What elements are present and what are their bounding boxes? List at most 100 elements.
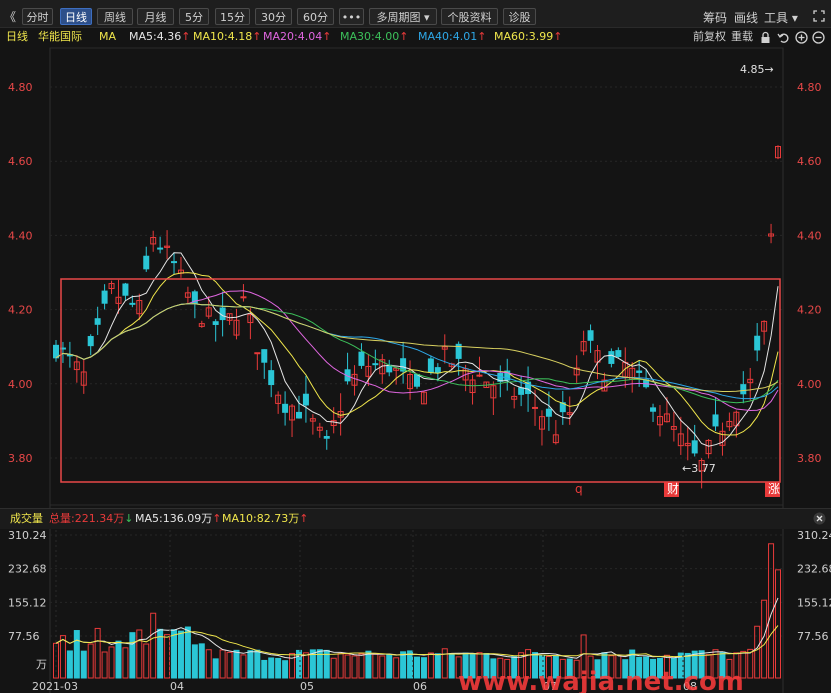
reload-button[interactable]: 重载 [731, 27, 753, 47]
candle-body [483, 381, 490, 389]
toolbar-button-7[interactable]: 60分 [297, 8, 334, 25]
volume-bar [157, 628, 164, 679]
volume-bar [386, 653, 393, 679]
volume-bar [490, 658, 497, 679]
candle-body [677, 433, 684, 447]
candle-body [455, 343, 462, 359]
toolbar-button-2[interactable]: 周线 [97, 8, 133, 25]
toolbar-button-6[interactable]: 30分 [255, 8, 292, 25]
volume-ma5-line [55, 597, 779, 659]
candle-body [372, 363, 379, 366]
candle-body [441, 346, 448, 350]
toolbar-button-1[interactable]: 日线 [60, 8, 92, 25]
candle-body [351, 373, 358, 386]
adjust-button[interactable]: 前复权 [693, 27, 726, 47]
tools-menu[interactable]: 工具 ▾ [764, 9, 798, 26]
close-volume-icon[interactable] [813, 512, 826, 525]
candle-body [150, 237, 157, 245]
volume-bars [53, 543, 781, 679]
volume-bar [552, 655, 559, 679]
candle-body [476, 374, 483, 377]
candle-body [247, 314, 254, 324]
toolbar-button-0[interactable]: 分时 [22, 8, 53, 25]
volume-bar [344, 654, 351, 679]
volume-bar [393, 657, 400, 679]
candle-body [580, 341, 587, 352]
toolbar-button-4[interactable]: 5分 [179, 8, 209, 25]
candle-body [538, 416, 545, 430]
candle-body [733, 411, 740, 427]
candle-body [740, 384, 747, 395]
back-button[interactable]: 《 [4, 8, 16, 25]
candle-body [205, 307, 212, 317]
toolbar-button-9[interactable]: 多周期图 ▾ [369, 8, 437, 25]
volume-bar [219, 649, 226, 679]
volume-ma10: MA10:82.73万↑ [222, 512, 309, 525]
price-tick-left: 4.00 [8, 378, 33, 391]
volume-bar [358, 653, 365, 679]
volume-bar [205, 649, 212, 679]
fullscreen-icon[interactable] [813, 10, 825, 22]
candle-body [59, 347, 66, 350]
candle-body [184, 292, 191, 298]
candle-body [302, 393, 309, 406]
volume-bar [171, 629, 178, 679]
candle-body [344, 369, 351, 382]
candle-body [747, 378, 754, 384]
volume-bar [94, 627, 101, 679]
volume-bar [538, 655, 545, 679]
candle-body [726, 420, 733, 428]
chips-button[interactable]: 筹码 [703, 9, 727, 26]
volume-bar [663, 654, 670, 679]
volume-bar [670, 657, 677, 679]
candle-body [587, 330, 594, 341]
candle-body [622, 361, 629, 378]
volume-bar [559, 658, 566, 679]
ma5-line [55, 252, 779, 447]
volume-bar [754, 625, 761, 679]
toolbar-button-10[interactable]: 个股资料 [441, 8, 498, 25]
volume-bar [407, 650, 414, 679]
candle-body [552, 434, 559, 444]
draw-line-button[interactable]: 画线 [734, 9, 758, 26]
kline-chart[interactable]: 4.80 4.80 4.60 4.60 4.40 4.40 4.20 4.20 4.00 4.00… [0, 0, 831, 693]
candle-body [80, 371, 87, 386]
price-tick-right: 4.80 [797, 81, 822, 94]
volume-bar [518, 652, 525, 679]
volume-bar [747, 648, 754, 679]
candle-body [525, 381, 532, 395]
date-tick: 06 [413, 680, 427, 693]
candle-body [434, 367, 441, 374]
price-tick-right: 3.80 [797, 452, 822, 465]
volume-bar [122, 647, 129, 679]
candle-body [663, 413, 670, 423]
volume-bar [629, 649, 636, 679]
zoom-in-icon[interactable] [795, 31, 808, 44]
price-panel [49, 47, 784, 506]
high-price-label: 4.85→ [740, 63, 774, 76]
toolbar-button-3[interactable]: 月线 [137, 8, 174, 25]
candle-body [275, 394, 282, 404]
volume-bar [525, 649, 532, 679]
volume-bar [143, 643, 150, 679]
candle-body [101, 290, 108, 304]
volume-bar [372, 653, 379, 679]
toolbar-button-8[interactable]: ••• [339, 8, 364, 25]
low-price-label: ←3.77 [682, 462, 716, 475]
candle-body [108, 283, 115, 290]
volume-tick-right: 310.24 [797, 529, 831, 542]
candle-body [316, 426, 323, 431]
volume-bar [691, 650, 698, 679]
toolbar-button-5[interactable]: 15分 [215, 8, 250, 25]
candle-body [414, 373, 420, 387]
volume-bar [136, 629, 143, 679]
zoom-out-icon[interactable] [812, 31, 825, 44]
toolbar-button-11[interactable]: 诊股 [503, 8, 536, 25]
volume-bar [177, 630, 184, 679]
candle-body [650, 407, 657, 412]
undo-icon[interactable] [777, 31, 790, 44]
candle-body [268, 370, 275, 386]
lock-icon[interactable] [759, 31, 772, 44]
candle-body [66, 354, 73, 357]
candle-body [323, 436, 330, 439]
